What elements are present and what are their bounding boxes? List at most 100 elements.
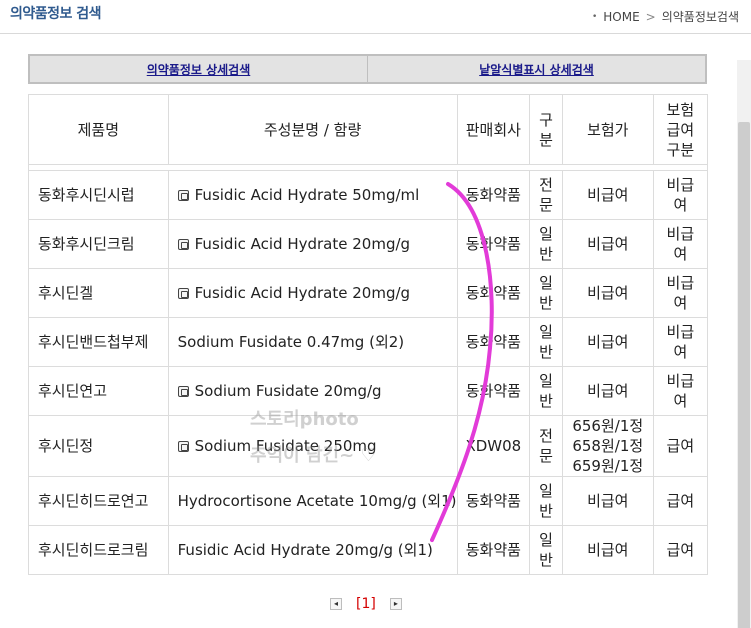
classification-line: 문	[539, 447, 553, 465]
company-text: 동화약품	[465, 492, 521, 510]
tab-pill-id-detail-search[interactable]: 낱알식별표시 상세검색	[367, 56, 705, 82]
cell-product-name[interactable]: 동화후시딘시럽	[28, 170, 169, 220]
prev-arrow-icon[interactable]: ◂	[330, 598, 342, 610]
price-line: 659원/1정	[572, 457, 644, 475]
ingredient-text: Fusidic Acid Hydrate 50mg/ml	[194, 186, 420, 204]
classification-line: 전	[539, 176, 553, 194]
cell-coverage: 비급여	[652, 366, 709, 416]
coverage-line: 여	[673, 245, 688, 263]
product-name-link[interactable]: 후시딘연고	[38, 382, 107, 400]
classification-line: 반	[539, 392, 553, 410]
cell-coverage: 비급여	[652, 317, 709, 367]
ingredient-info-icon[interactable]	[177, 386, 189, 397]
price-line: 비급여	[587, 382, 629, 400]
company-text: 동화약품	[465, 284, 521, 302]
price-line: 비급여	[587, 492, 629, 510]
table-row[interactable]: 후시딘히드로연고 Hydrocortisone Acetate 10mg/g (외…	[28, 476, 709, 526]
product-name-link[interactable]: 동화후시딘크림	[38, 235, 135, 253]
cell-coverage: 비급여	[652, 219, 709, 269]
cell-price: 비급여	[561, 317, 654, 367]
scrollbar-thumb[interactable]	[738, 122, 750, 628]
page-title: 의약품정보 검색	[10, 6, 102, 22]
cell-product-name[interactable]: 후시딘겔	[28, 268, 169, 318]
ingredient-text: Sodium Fusidate 20mg/g	[194, 382, 382, 400]
price-line: 658원/1정	[572, 437, 644, 455]
cell-price: 비급여	[561, 476, 654, 526]
classification-line: 일	[539, 531, 553, 549]
header-coverage: 보험 급여 구분	[652, 94, 709, 165]
company-text: XDW08	[465, 437, 522, 455]
cell-product-name[interactable]: 후시딘밴드첩부제	[28, 317, 169, 367]
cell-product-name[interactable]: 후시딘정	[28, 415, 169, 477]
next-arrow-icon[interactable]: ▸	[389, 598, 402, 610]
cell-product-name[interactable]: 후시딘히드로크림	[28, 525, 169, 575]
coverage-line: 급여	[666, 437, 695, 455]
company-text: 동화약품	[465, 235, 521, 253]
current-page[interactable]: [1]	[356, 596, 376, 612]
classification-line: 일	[539, 225, 553, 243]
breadcrumb-current: 의약품정보검색	[661, 10, 739, 24]
cell-product-name[interactable]: 동화후시딘크림	[28, 219, 169, 269]
ingredient-text: Fusidic Acid Hydrate 20mg/g (외1)	[177, 541, 433, 559]
bullet-icon: •	[591, 11, 598, 22]
product-name-link[interactable]: 후시딘히드로크림	[38, 541, 148, 559]
price-line: 비급여	[587, 235, 629, 253]
product-name-link[interactable]: 후시딘정	[38, 437, 93, 455]
product-name-link[interactable]: 동화후시딘시럽	[38, 186, 135, 204]
product-name-link[interactable]: 후시딘밴드첩부제	[38, 333, 148, 351]
cell-coverage: 비급 여	[652, 268, 709, 318]
cell-company: 동화약품	[456, 268, 531, 318]
ingredient-info-icon[interactable]	[177, 239, 189, 250]
coverage-line: 여	[673, 392, 688, 410]
company-text: 동화약품	[465, 333, 521, 351]
ingredient-text: Fusidic Acid Hydrate 20mg/g	[194, 235, 411, 253]
cell-classification: 일반	[529, 317, 563, 367]
breadcrumb: • HOME > 의약품정보검색	[592, 8, 739, 25]
ingredient-text: Fusidic Acid Hydrate 20mg/g	[194, 284, 411, 302]
coverage-line: 비급	[666, 225, 695, 243]
header-coverage-line: 급여	[666, 120, 695, 139]
table-row[interactable]: 후시딘겔 Fusidic Acid Hydrate 20mg/g 동화약품 일 반 비급여…	[28, 268, 709, 318]
cell-ingredient: Sodium Fusidate 0.47mg (외2)	[167, 317, 458, 367]
classification-line: 문	[539, 196, 553, 214]
ingredient-info-icon[interactable]	[177, 288, 189, 299]
coverage-line: 여	[673, 343, 688, 361]
classification-line: 일	[539, 323, 553, 341]
scrollbar[interactable]	[737, 60, 751, 628]
product-name-link[interactable]: 후시딘히드로연고	[38, 492, 148, 510]
ingredient-info-icon[interactable]	[177, 441, 189, 452]
classification-line: 일	[539, 274, 553, 292]
breadcrumb-home[interactable]: HOME	[603, 10, 639, 24]
cell-coverage: 급여	[652, 476, 709, 526]
cell-classification: 일반	[529, 525, 563, 575]
cell-ingredient: Fusidic Acid Hydrate 50mg/ml	[167, 170, 458, 220]
tab-drug-detail-search[interactable]: 의약품정보 상세검색	[30, 56, 367, 82]
product-name-link[interactable]: 후시딘겔	[38, 284, 93, 302]
classification-line: 전	[539, 427, 553, 445]
search-tabs: 의약품정보 상세검색 낱알식별표시 상세검색	[28, 54, 707, 84]
header-company: 판매회사	[456, 94, 531, 165]
coverage-line: 비급	[666, 323, 695, 341]
company-text: 동화약품	[465, 186, 521, 204]
cell-classification: 일반	[529, 219, 563, 269]
table-row[interactable]: 후시딘밴드첩부제 Sodium Fusidate 0.47mg (외2) 동화약품 일…	[28, 317, 709, 367]
cell-ingredient: Hydrocortisone Acetate 10mg/g (외1)	[167, 476, 458, 526]
table-row[interactable]: 동화후시딘시럽 Fusidic Acid Hydrate 50mg/ml 동화약품 전…	[28, 170, 709, 220]
table-row[interactable]: 후시딘히드로크림 Fusidic Acid Hydrate 20mg/g (외1)…	[28, 525, 709, 575]
coverage-line: 급여	[666, 492, 695, 510]
page-header: 의약품정보 검색 • HOME > 의약품정보검색	[0, 0, 751, 34]
cell-coverage: 비급 여	[652, 170, 709, 220]
header-classification-line: 분	[539, 130, 553, 149]
cell-company: 동화약품	[456, 525, 531, 575]
cell-product-name[interactable]: 후시딘연고	[28, 366, 169, 416]
cell-classification: 일반	[529, 366, 563, 416]
table-header-row: 제품명 주성분명 / 함량 판매회사 구 분 보험가 보험 급여 구분	[28, 94, 709, 165]
coverage-line: 비급	[666, 372, 695, 390]
table-row[interactable]: 동화후시딘크림 Fusidic Acid Hydrate 20mg/g 동화약품 일 반…	[28, 219, 709, 269]
ingredient-info-icon[interactable]	[177, 190, 189, 201]
cell-product-name[interactable]: 후시딘히드로연고	[28, 476, 169, 526]
header-ingredient: 주성분명 / 함량	[167, 94, 458, 165]
cell-coverage: 급여	[652, 415, 709, 477]
cell-classification: 전문	[529, 170, 563, 220]
classification-line: 일	[539, 372, 553, 390]
